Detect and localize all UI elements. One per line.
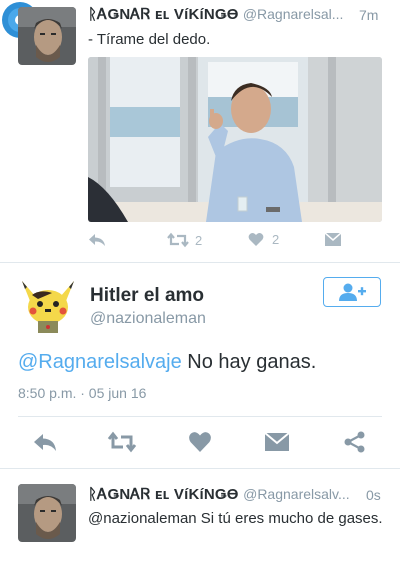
ragnar-avatar[interactable] bbox=[18, 7, 76, 65]
retweet-icon bbox=[107, 431, 137, 453]
add-user-icon bbox=[339, 283, 366, 301]
main-like-button[interactable] bbox=[188, 431, 212, 458]
reply-display-name[interactable]: ᚱᎪǤNᎪᏒ ᴇʟ VíKíNǤӨ bbox=[88, 486, 239, 503]
mention-link[interactable]: @Ragnarelsalvaje bbox=[18, 351, 182, 373]
media-image bbox=[88, 57, 382, 222]
main-dm-button[interactable] bbox=[264, 432, 290, 456]
main-display-name[interactable]: Hitler el amo bbox=[90, 285, 204, 307]
main-actions bbox=[0, 425, 400, 461]
main-handle[interactable]: @nazionaleman bbox=[90, 310, 206, 328]
reply-time[interactable]: 0s bbox=[366, 487, 381, 503]
main-timestamp[interactable]: 8:50 p.m. · 05 jun 16 bbox=[18, 385, 146, 401]
reply-icon bbox=[89, 234, 105, 246]
tweet1-like-count: 2 bbox=[272, 232, 280, 247]
direct-message-icon bbox=[325, 233, 341, 246]
main-reply-button[interactable] bbox=[32, 431, 58, 458]
retweet-icon bbox=[167, 232, 189, 248]
main-share-button[interactable] bbox=[344, 431, 366, 458]
tweet1-dm-button[interactable] bbox=[325, 233, 341, 246]
tweet1-display-name[interactable]: ᚱᎪǤNᎪᏒ ᴇʟ VíKíNǤӨ bbox=[88, 6, 239, 23]
tweet1-handle[interactable]: @Ragnarelsal... bbox=[243, 6, 344, 22]
tweet1-like-button[interactable]: 2 bbox=[248, 232, 279, 247]
reply-icon bbox=[34, 434, 56, 451]
tweet1-actions: 2 2 bbox=[88, 232, 348, 252]
ragnar-avatar-reply[interactable] bbox=[18, 484, 76, 542]
reply-handle[interactable]: @Ragnarelsalv... bbox=[243, 486, 350, 502]
direct-message-icon bbox=[264, 432, 290, 451]
follow-button[interactable] bbox=[323, 277, 381, 307]
share-icon bbox=[344, 431, 365, 453]
divider-2 bbox=[18, 416, 382, 417]
tweet1-time[interactable]: 7m bbox=[359, 7, 378, 23]
tweet-ragnar[interactable]: ᚱᎪǤNᎪᏒ ᴇʟ VíKíNǤӨ @Ragnarelsal... 7m - T… bbox=[0, 0, 400, 262]
tweet1-reply-button[interactable] bbox=[88, 232, 106, 248]
tweet1-media[interactable] bbox=[88, 57, 382, 222]
main-tweet-body: No hay ganas. bbox=[181, 351, 317, 373]
reply-header: ᚱᎪǤNᎪᏒ ᴇʟ VíKíNǤӨ @Ragnarelsalv... bbox=[88, 486, 350, 504]
tweet1-retweet-button[interactable]: 2 bbox=[167, 232, 202, 248]
tweet1-text: - Tírame del dedo. bbox=[88, 31, 211, 48]
main-tweet-text: @Ragnarelsalvaje No hay ganas. bbox=[18, 351, 316, 374]
heart-icon bbox=[189, 432, 211, 452]
tweet1-header: ᚱᎪǤNᎪᏒ ᴇʟ VíKíNǤӨ @Ragnarelsal... bbox=[88, 6, 343, 23]
heart-icon bbox=[248, 232, 264, 246]
main-retweet-button[interactable] bbox=[107, 431, 137, 458]
hitler-el-amo-avatar[interactable] bbox=[18, 277, 78, 335]
tweet1-retweet-count: 2 bbox=[195, 232, 203, 248]
reply-text: @nazionaleman Si tú eres mucho de gases. bbox=[88, 510, 383, 527]
